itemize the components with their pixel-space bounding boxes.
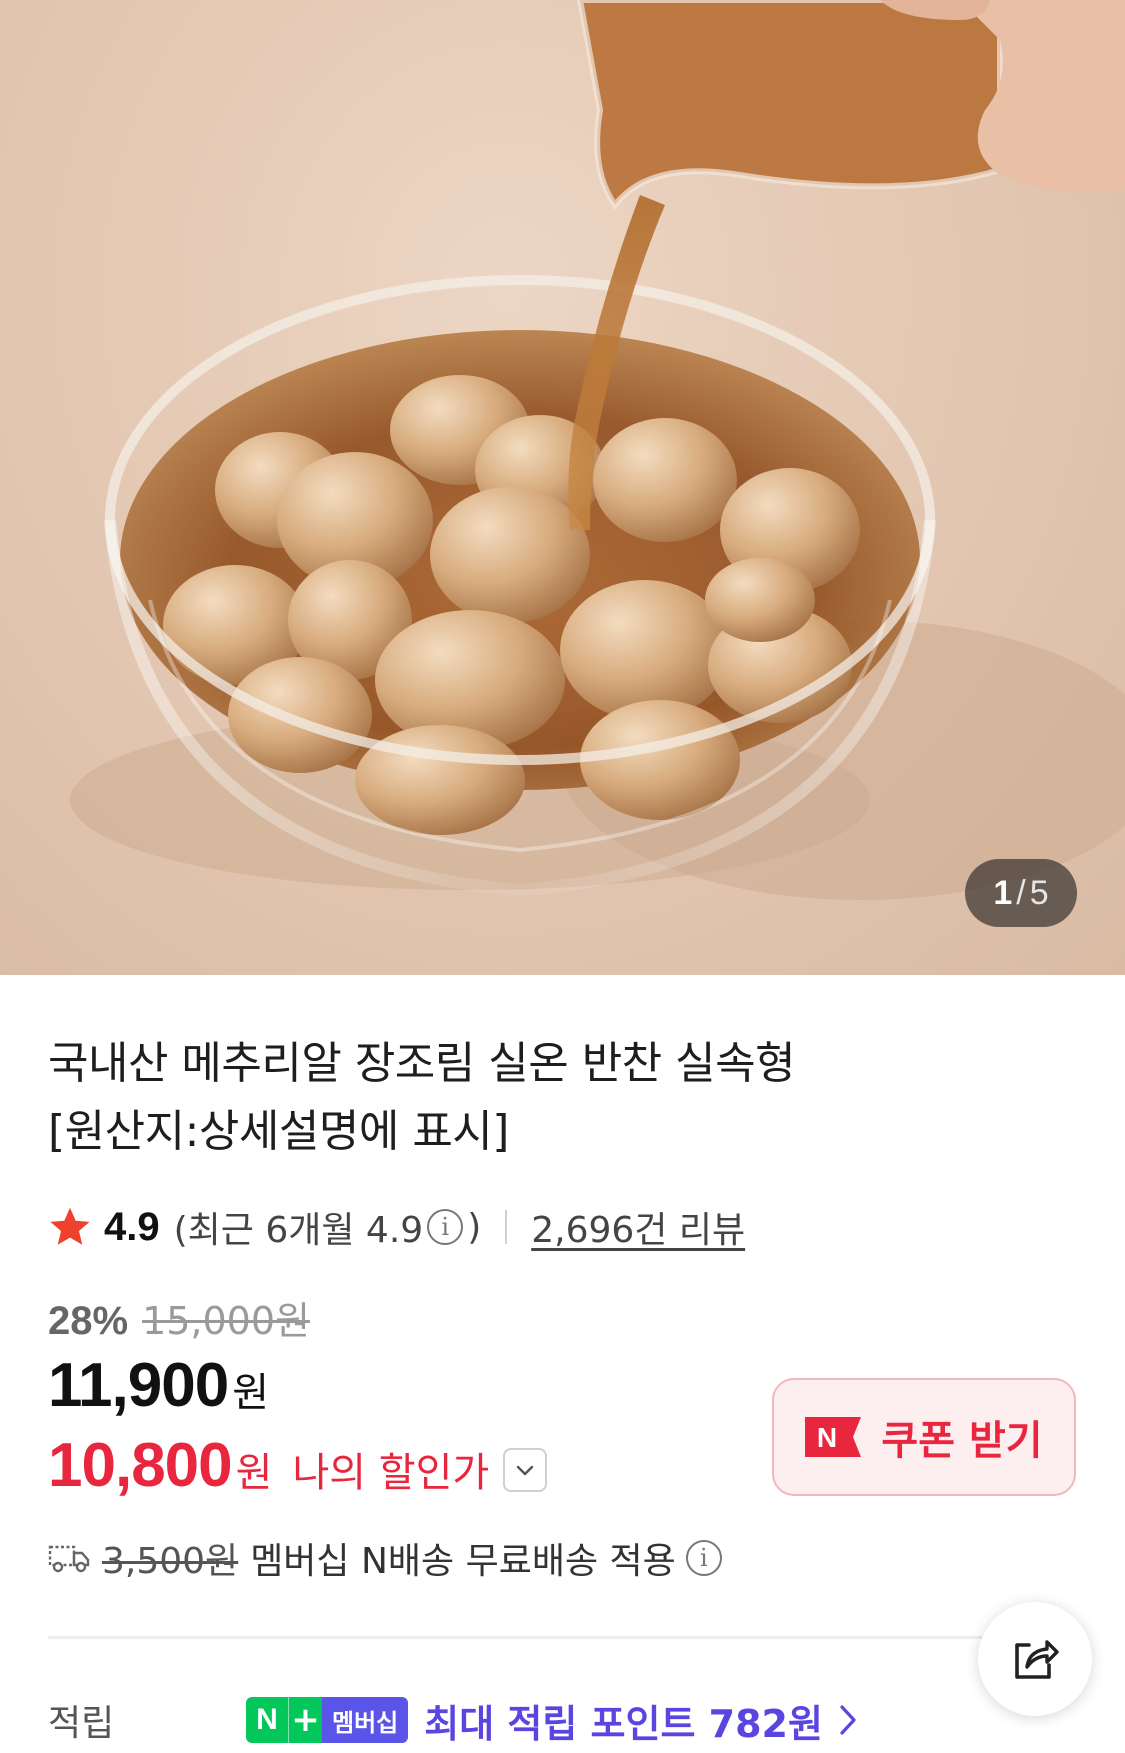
original-price: 15,000원 [142, 1299, 310, 1343]
image-pager: 1 / 5 [965, 859, 1077, 927]
chevron-right-icon [840, 1705, 856, 1735]
divider [48, 1636, 1077, 1639]
recent-rating-text: (최근 6개월 4.9 [173, 1210, 424, 1251]
recent-rating-close: ) [467, 1206, 482, 1248]
rating-score: 4.9 [104, 1204, 160, 1249]
rating-row: 4.9 (최근 6개월 4.9 i ) 2,696건 리뷰 [48, 1200, 745, 1254]
product-photo [70, 0, 1125, 900]
points-row[interactable]: 적립 N + 멤버십 최대 적립 포인트 782원 [48, 1690, 859, 1750]
product-title: 국내산 메추리알 장조림 실온 반찬 실속형 [원산지:상세설명에 표시] [48, 1030, 1048, 1166]
points-label: 적립 [48, 1703, 115, 1744]
coupon-badge-letter: N [817, 1422, 837, 1453]
free-shipping-text: 멤버십 N배송 무료배송 적용 [250, 1541, 676, 1582]
chevron-down-icon [516, 1465, 534, 1475]
share-icon [1015, 1640, 1059, 1679]
pager-total: 5 [1029, 873, 1049, 912]
badge-plus: + [288, 1697, 322, 1743]
discount-row: 28% 15,000원 [48, 1290, 310, 1345]
price-detail-toggle[interactable] [503, 1447, 548, 1492]
pager-separator: / [1016, 873, 1026, 912]
coupon-button[interactable]: N 쿠폰 받기 [772, 1378, 1076, 1496]
sale-price: 11,900 [48, 1351, 229, 1420]
sale-price-row: 11,900 원 [48, 1350, 269, 1421]
product-title-line-1: 국내산 메추리알 장조림 실온 반찬 실속형 [48, 1038, 796, 1089]
pager-current: 1 [993, 873, 1013, 912]
my-discount-price-row[interactable]: 10,800 원 나의 할인가 [48, 1430, 548, 1501]
product-title-line-2: [원산지:상세설명에 표시] [48, 1106, 509, 1157]
naver-plus-membership-badge: N + 멤버십 [246, 1697, 409, 1743]
share-button[interactable] [978, 1602, 1092, 1716]
original-shipping-fee: 3,500원 [102, 1541, 239, 1582]
naver-n-icon: N [805, 1417, 862, 1457]
info-icon[interactable]: i [427, 1209, 464, 1245]
truck-icon [48, 1545, 90, 1573]
my-discount-label: 나의 할인가 [292, 1450, 490, 1496]
badge-membership: 멤버십 [322, 1697, 409, 1743]
my-discount-price: 10,800 [48, 1431, 233, 1500]
divider [505, 1210, 508, 1244]
badge-n: N [246, 1697, 288, 1743]
star-icon [50, 1207, 90, 1245]
product-image-gallery[interactable]: 1 / 5 [0, 0, 1125, 975]
max-points-link[interactable]: 최대 적립 포인트 782원 [424, 1693, 823, 1748]
discount-rate: 28% [48, 1299, 129, 1343]
my-discount-currency: 원 [235, 1450, 273, 1496]
review-count-link[interactable]: 2,696건 리뷰 [531, 1201, 745, 1253]
delivery-row: 3,500원 멤버십 N배송 무료배송 적용 i [48, 1530, 726, 1586]
coupon-button-label: 쿠폰 받기 [881, 1418, 1043, 1464]
info-icon[interactable]: i [685, 1540, 722, 1576]
sale-price-currency: 원 [232, 1370, 270, 1416]
